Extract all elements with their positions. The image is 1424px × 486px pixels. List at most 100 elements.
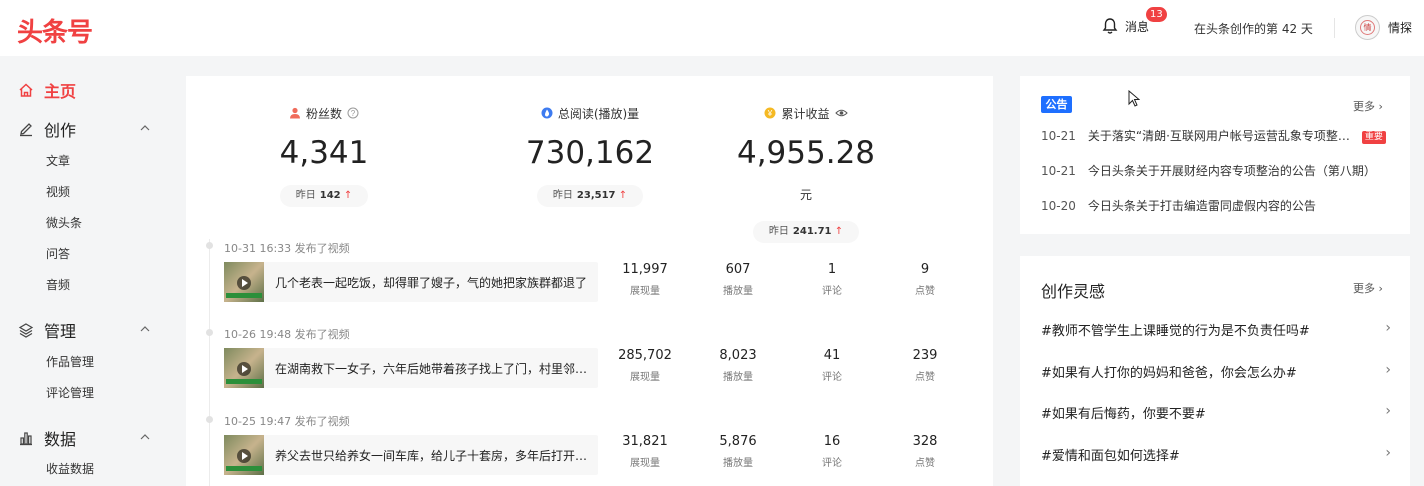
topic-item[interactable]: #教师不管学生上课睡觉的行为是不负责任吗# › bbox=[1041, 320, 1391, 339]
stat-total-earnings: ¥ 累计收益 4,955.28 元 昨日 241.71 ↑ bbox=[731, 105, 881, 243]
person-icon bbox=[289, 107, 300, 119]
inspiration-more-link[interactable]: 更多 › bbox=[1353, 280, 1383, 296]
avatar-glyph: 情 bbox=[1360, 20, 1375, 35]
avatar[interactable]: 情 bbox=[1355, 15, 1380, 40]
toutiao-logo[interactable]: 头条号 bbox=[17, 12, 93, 49]
pen-icon bbox=[20, 123, 32, 137]
sidebar: 主页 创作 文章 视频 微头条 问答 音频 管理 作品管理 评论管理 数据 收益… bbox=[0, 56, 186, 486]
sidebar-item-micro-posts[interactable]: 微头条 bbox=[46, 214, 82, 231]
notice-panel: 公告 更多 › 10-21关于落实“清朗·互联网用户帐号运营乱象专项整治行动”的… bbox=[1020, 76, 1410, 234]
metric-likes: 328 点赞 bbox=[912, 434, 938, 469]
header-divider bbox=[1334, 18, 1335, 38]
chevron-right-icon: › bbox=[1385, 320, 1391, 336]
sidebar-item-videos[interactable]: 视频 bbox=[46, 183, 70, 200]
coin-icon: ¥ bbox=[764, 107, 776, 119]
stat-total-reads: 总阅读(播放)量 730,162 昨日 23,517 ↑ bbox=[520, 105, 660, 207]
stat-total-reads-value: 730,162 bbox=[525, 135, 655, 171]
video-thumbnail bbox=[224, 435, 264, 475]
metric-plays: 5,876 播放量 bbox=[719, 434, 757, 469]
stat-total-earnings-label: 累计收益 bbox=[781, 106, 830, 121]
messages-button[interactable]: 消息 bbox=[1101, 17, 1149, 35]
metric-plays: 8,023 播放量 bbox=[719, 348, 757, 383]
sidebar-group-data-label: 数据 bbox=[44, 430, 77, 449]
sidebar-item-audio[interactable]: 音频 bbox=[46, 276, 70, 293]
sidebar-item-articles[interactable]: 文章 bbox=[46, 152, 70, 169]
notice-item[interactable]: 10-21关于落实“清朗·互联网用户帐号运营乱象专项整治行动”的公告重要 bbox=[1041, 127, 1386, 144]
help-icon[interactable]: ? bbox=[347, 107, 359, 119]
notice-item[interactable]: 10-20 今日头条关于打击编造雷同虚假内容的公告 bbox=[1041, 197, 1316, 214]
metric-comments: 16 评论 bbox=[822, 434, 842, 469]
post-card[interactable]: 几个老表一起吃饭，却得罪了嫂子，气的她把家族群都退了 bbox=[224, 262, 598, 302]
bell-icon bbox=[1102, 18, 1118, 34]
chevron-right-icon: › bbox=[1385, 403, 1391, 419]
chevron-up-icon[interactable] bbox=[139, 122, 151, 134]
stat-followers-yesterday: 昨日 142 ↑ bbox=[279, 185, 369, 207]
inspiration-title: 创作灵感 bbox=[1041, 282, 1106, 301]
topic-item[interactable]: #如果有人打你的妈妈和爸爸，你会怎么办# › bbox=[1041, 362, 1391, 381]
sidebar-item-earnings-data[interactable]: 收益数据 bbox=[46, 460, 94, 477]
metric-plays: 607 播放量 bbox=[723, 262, 753, 297]
chevron-right-icon: › bbox=[1385, 362, 1391, 378]
post-title: 养父去世只给养女一间车库，给儿子十套房，多年后打开车库门 bbox=[275, 448, 589, 463]
post-meta: 10-25 19:47 发布了视频 bbox=[224, 415, 350, 428]
creation-days-text: 在头条创作的第 42 天 bbox=[1194, 22, 1313, 36]
sidebar-group-create[interactable]: 创作 bbox=[18, 117, 76, 141]
sidebar-item-home-label: 主页 bbox=[44, 82, 77, 101]
stat-total-reads-yesterday: 昨日 23,517 ↑ bbox=[536, 185, 644, 207]
metric-impressions: 11,997 展现量 bbox=[622, 262, 668, 297]
stat-followers-label: 粉丝数 bbox=[305, 106, 342, 121]
important-badge: 重要 bbox=[1361, 131, 1386, 144]
metric-comments: 1 评论 bbox=[822, 262, 842, 297]
play-icon bbox=[237, 276, 251, 290]
stat-total-reads-label: 总阅读(播放)量 bbox=[557, 106, 640, 121]
svg-text:?: ? bbox=[351, 109, 356, 118]
play-icon bbox=[237, 449, 251, 463]
drop-icon bbox=[541, 107, 553, 119]
metric-comments: 41 评论 bbox=[822, 348, 842, 383]
chevron-up-icon[interactable] bbox=[139, 323, 151, 335]
dashboard-panel: 粉丝数 ? 4,341 昨日 142 ↑ 总阅读(播放)量 730,162 昨日 2… bbox=[186, 76, 993, 486]
timeline-dot bbox=[206, 416, 213, 423]
stat-total-earnings-unit: 元 bbox=[799, 188, 812, 202]
post-meta: 10-31 16:33 发布了视频 bbox=[224, 242, 350, 255]
notice-more-link[interactable]: 更多 › bbox=[1353, 98, 1383, 114]
metric-impressions: 31,821 展现量 bbox=[622, 434, 668, 469]
username[interactable]: 情探 bbox=[1388, 19, 1412, 36]
video-thumbnail bbox=[224, 262, 264, 302]
arrow-up-icon: ↑ bbox=[618, 190, 628, 201]
arrow-up-icon: ↑ bbox=[343, 190, 353, 201]
topic-item[interactable]: #爱情和面包如何选择# › bbox=[1041, 445, 1391, 464]
mouse-cursor-icon bbox=[1128, 90, 1140, 107]
sidebar-group-manage-label: 管理 bbox=[44, 322, 77, 341]
inspiration-panel: 创作灵感 更多 › #教师不管学生上课睡觉的行为是不负责任吗# › #如果有人打你… bbox=[1020, 256, 1410, 486]
stat-total-earnings-value: 4,955.28 bbox=[736, 135, 876, 171]
svg-text:¥: ¥ bbox=[767, 109, 773, 118]
notice-tag: 公告 bbox=[1041, 96, 1072, 113]
play-icon bbox=[237, 362, 251, 376]
layers-icon bbox=[18, 323, 34, 338]
sidebar-item-comments-manage[interactable]: 评论管理 bbox=[46, 384, 94, 401]
post-title: 在湖南救下一女子，六年后她带着孩子找上了门，村里邻居议论纷纷 bbox=[275, 361, 589, 376]
chevron-up-icon[interactable] bbox=[139, 431, 151, 443]
stat-total-earnings-yesterday: 昨日 241.71 ↑ bbox=[752, 221, 860, 243]
arrow-up-icon: ↑ bbox=[834, 226, 844, 237]
notice-item[interactable]: 10-21 今日头条关于开展财经内容专项整治的公告（第八期） bbox=[1041, 162, 1376, 179]
sidebar-group-manage[interactable]: 管理 bbox=[18, 318, 76, 342]
post-meta: 10-26 19:48 发布了视频 bbox=[224, 328, 350, 341]
stat-followers-value: 4,341 bbox=[279, 135, 369, 171]
timeline-line bbox=[209, 239, 210, 486]
sidebar-item-qa[interactable]: 问答 bbox=[46, 245, 70, 262]
chevron-right-icon: › bbox=[1385, 445, 1391, 461]
bar-chart-icon bbox=[20, 432, 32, 446]
topic-item[interactable]: #如果有后悔药，你要不要# › bbox=[1041, 403, 1391, 422]
post-card[interactable]: 在湖南救下一女子，六年后她带着孩子找上了门，村里邻居议论纷纷 bbox=[224, 348, 598, 388]
post-card[interactable]: 养父去世只给养女一间车库，给儿子十套房，多年后打开车库门 bbox=[224, 435, 598, 475]
eye-icon[interactable] bbox=[834, 107, 848, 119]
sidebar-item-works-manage[interactable]: 作品管理 bbox=[46, 353, 94, 370]
metric-impressions: 285,702 展现量 bbox=[618, 348, 672, 383]
home-icon bbox=[19, 83, 33, 97]
metric-likes: 9 点赞 bbox=[915, 262, 935, 297]
sidebar-item-home[interactable]: 主页 bbox=[18, 78, 76, 102]
sidebar-group-data[interactable]: 数据 bbox=[18, 426, 76, 450]
video-thumbnail bbox=[224, 348, 264, 388]
